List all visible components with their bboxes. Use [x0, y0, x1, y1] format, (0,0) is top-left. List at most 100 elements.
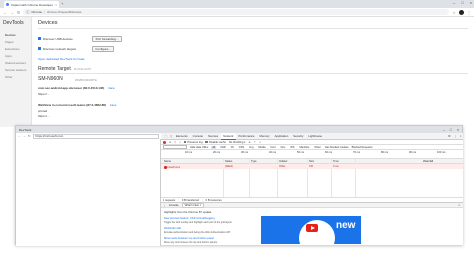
tab-application[interactable]: Application	[272, 133, 291, 140]
sidebar-item-service-workers[interactable]: Service workers	[5, 68, 26, 72]
open-node-devtools-link[interactable]: Open dedicated DevTools for Node	[38, 57, 85, 61]
col-name[interactable]: Name	[164, 160, 171, 163]
tab-sources[interactable]: Sources	[205, 133, 220, 140]
close-window-icon[interactable]: ×	[457, 128, 459, 132]
close-window-icon[interactable]: ×	[470, 0, 472, 5]
throttling-select[interactable]: No throttling ▾	[229, 140, 246, 144]
url-text: chrome://inspect/#devices	[46, 10, 82, 14]
webview-trace-link[interactable]: trace	[110, 103, 117, 107]
sidebar-item-pages[interactable]: Pages	[5, 40, 14, 44]
whats-new-video-thumbnail[interactable]: new	[261, 216, 361, 244]
reload-icon[interactable]: ↻	[28, 134, 31, 138]
filter-input[interactable]	[163, 145, 187, 149]
forward-icon[interactable]: →	[23, 134, 26, 138]
filter-chip-other[interactable]: Other	[313, 146, 322, 149]
tab-network[interactable]: Network	[220, 132, 236, 140]
menu-icon[interactable]: ⋮	[467, 10, 471, 15]
col-type[interactable]: Type	[251, 160, 257, 163]
reload-icon[interactable]: ↻	[17, 10, 20, 15]
filter-chip-xhr[interactable]: XHR	[219, 146, 226, 149]
overview-tick: 30 ms	[241, 151, 249, 154]
profile-avatar[interactable]	[459, 9, 464, 15]
drawer-tab-console[interactable]: Console	[169, 204, 179, 207]
col-status[interactable]: Status	[225, 160, 232, 163]
upload-icon[interactable]: ⇡	[254, 140, 256, 144]
close-tab-icon[interactable]: ×	[55, 3, 57, 7]
tab-elements[interactable]: Elements	[174, 133, 191, 140]
back-icon[interactable]: ←	[3, 10, 7, 15]
forward-icon[interactable]: →	[10, 10, 14, 15]
play-icon[interactable]	[306, 224, 318, 232]
table-row[interactable]: microsoft.com (failed) Other 0 B 0 ms	[161, 164, 463, 169]
filter-chip-manifest[interactable]: Manifest	[298, 146, 310, 149]
record-icon[interactable]	[163, 140, 166, 144]
maximize-icon[interactable]: □	[461, 0, 463, 5]
whats-new-item-title[interactable]: WebAuthn tab	[164, 227, 181, 230]
tab-memory[interactable]: Memory	[257, 133, 272, 140]
overview-tick: 60 ms	[325, 151, 333, 154]
sidebar-item-apps[interactable]: Apps	[5, 54, 12, 58]
filter-icon[interactable]: ▽	[174, 140, 176, 144]
minimize-icon[interactable]: –	[453, 0, 455, 5]
trace-link[interactable]: trace	[108, 86, 115, 90]
filter-chip-doc[interactable]: Doc	[280, 146, 287, 149]
hide-data-urls-checkbox[interactable]: Hide data URLs	[190, 146, 208, 149]
sidebar-item-devices[interactable]: Devices	[5, 33, 16, 37]
new-tab-button[interactable]: +	[61, 1, 63, 6]
col-initiator[interactable]: Initiator	[279, 160, 288, 163]
tab-lighthouse[interactable]: Lighthouse	[306, 133, 325, 140]
screencast-url-input[interactable]: https://microsoft.com	[32, 133, 159, 139]
tab-console[interactable]: Console	[190, 133, 205, 140]
search-icon[interactable]: ⌕	[179, 141, 181, 144]
discover-usb-checkbox[interactable]	[38, 37, 41, 40]
address-bar[interactable]: ⓘ Chrome | chrome://inspect/#devices	[23, 9, 450, 15]
bookmark-star-icon[interactable]: ☆	[452, 10, 456, 15]
webview-url: https://...	[38, 114, 50, 118]
sidebar-item-extensions[interactable]: Extensions	[5, 47, 20, 51]
filter-chip-all[interactable]: All	[211, 145, 217, 149]
filter-chip-img[interactable]: Img	[248, 146, 254, 149]
sidebar-item-other[interactable]: Other	[5, 75, 13, 79]
maximize-icon[interactable]: □	[450, 128, 452, 132]
preserve-log-checkbox[interactable]: Preserve log	[183, 141, 202, 144]
col-size[interactable]: Size	[309, 160, 314, 163]
overview-tick: 10 ms	[185, 151, 193, 154]
close-drawer-icon[interactable]: ×	[458, 204, 460, 207]
configure-button[interactable]: Configure...	[92, 45, 114, 52]
drawer-menu-icon[interactable]: ⋮	[163, 203, 166, 207]
blocked-requests-checkbox[interactable]: Blocked Requests	[352, 146, 373, 149]
filter-chip-css[interactable]: CSS	[238, 146, 245, 149]
has-blocked-cookies-checkbox[interactable]: Has blocked cookies	[325, 146, 349, 149]
filter-chip-js[interactable]: JS	[230, 146, 235, 149]
tab-security[interactable]: Security	[291, 133, 306, 140]
back-icon[interactable]: ←	[18, 134, 21, 138]
tab-performance[interactable]: Performance	[236, 133, 257, 140]
discover-network-checkbox[interactable]	[38, 47, 41, 50]
info-icon[interactable]: ⓘ	[26, 10, 29, 14]
filter-chip-font[interactable]: Font	[269, 146, 276, 149]
discover-network-label: Discover network targets	[43, 47, 77, 51]
filter-chip-ws[interactable]: WS	[289, 146, 295, 149]
remote-target-title: Remote Target	[38, 66, 71, 72]
devtools-window-controls: – □ ×	[443, 128, 459, 132]
filter-chip-media[interactable]: Media	[257, 146, 266, 149]
whats-new-item-title[interactable]: Move tools between top and bottom panel	[164, 237, 214, 240]
disable-cache-checkbox[interactable]: Disable cache	[205, 141, 226, 144]
col-waterfall[interactable]: Waterfall	[423, 160, 433, 163]
close-devtools-icon[interactable]: ×	[458, 134, 463, 138]
browser-target-name: com.sec.android.app.sbrowser (82.0.4513.…	[38, 86, 105, 90]
online-icon[interactable]: ≋	[248, 140, 250, 144]
network-overview-timeline[interactable]: 10 ms 20 ms 30 ms 40 ms 50 ms 60 ms 70 m…	[161, 150, 463, 159]
minimize-icon[interactable]: –	[443, 128, 445, 132]
screencast-page[interactable]	[16, 139, 161, 246]
drawer-tab-whats-new[interactable]: What's New ×	[181, 202, 205, 208]
col-time[interactable]: Time	[333, 160, 339, 163]
clear-icon[interactable]: ⊘	[169, 140, 171, 144]
sidebar-item-shared-workers[interactable]: Shared workers	[5, 61, 26, 65]
whats-new-item-title[interactable]: New preview feature: CSS Grid debugging	[164, 217, 215, 220]
outer-browser-tab[interactable]: Inspect with Chrome Developer... ×	[4, 1, 59, 8]
port-forwarding-button[interactable]: Port forwarding...	[92, 35, 122, 42]
download-icon[interactable]: ⇣	[259, 140, 261, 144]
row-size: 0 B	[309, 165, 313, 168]
sidebar-title: DevTools	[3, 20, 24, 26]
